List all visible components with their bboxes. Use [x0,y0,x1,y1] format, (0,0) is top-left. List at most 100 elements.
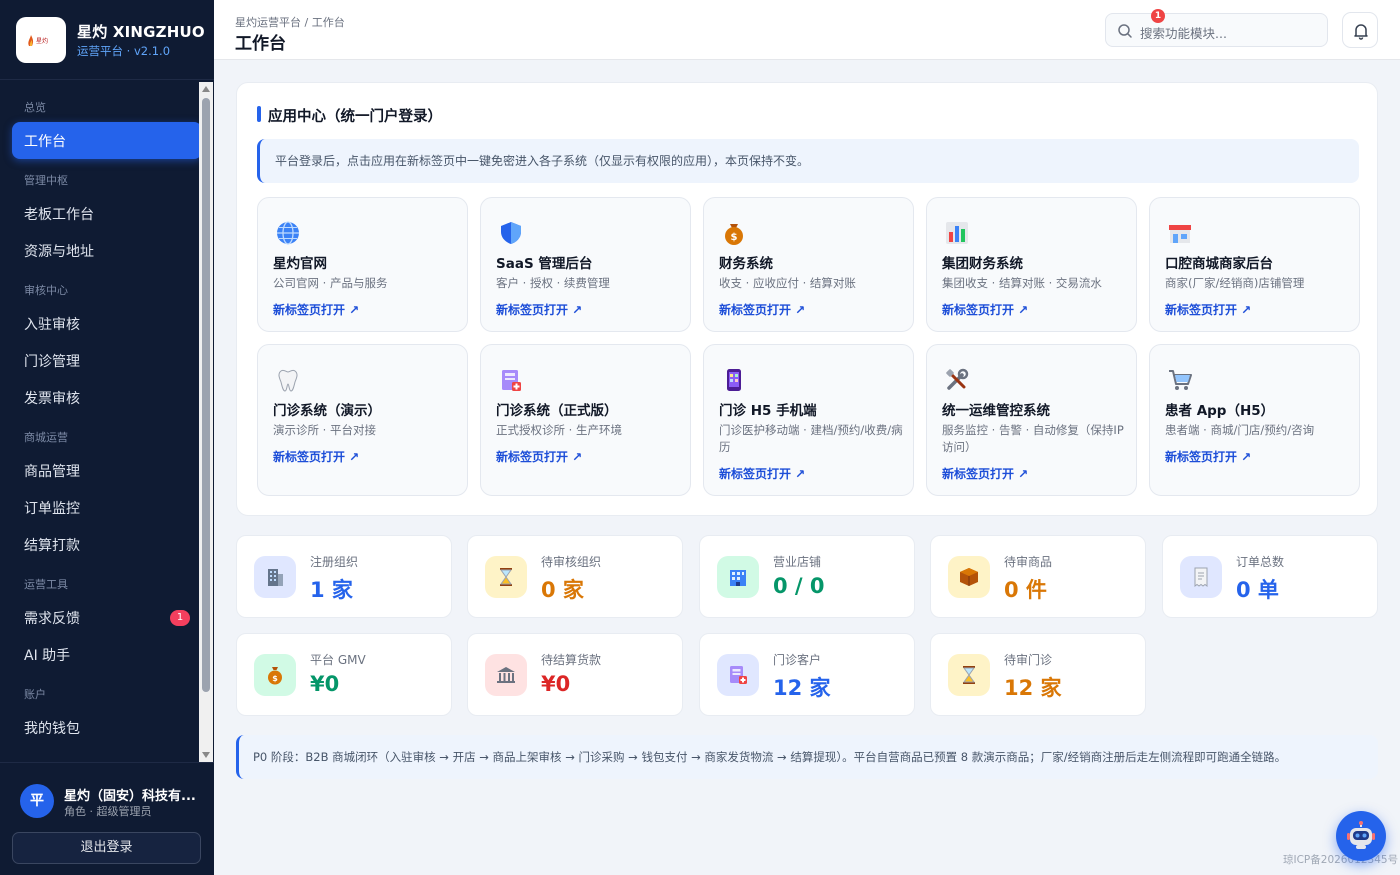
brand-logo-text: 星灼 [36,37,48,45]
search-input[interactable]: 搜索功能模块... [1105,13,1328,47]
search-icon [1118,24,1132,38]
top-header: 星灼运营平台 / 工作台 工作台 搜索功能模块... [214,0,1400,60]
stat-value: 0 家 [541,578,584,602]
stat-value: ¥0 [541,672,571,696]
cart-icon [1169,370,1192,390]
globe-icon [277,221,299,245]
open-new-tab-link[interactable]: 新标签页打开 ↗ [496,448,582,465]
user-role: 角色 · 超级管理员 [64,805,152,818]
package-icon [948,556,990,598]
stat-card-pending-products[interactable]: 待审商品 0 件 [930,535,1146,618]
sidebar-item-clinic-management[interactable]: 门诊管理 [12,342,202,379]
scroll-down-arrow-icon[interactable] [202,752,210,758]
sidebar-item-label: 入驻审核 [24,316,80,333]
sidebar-item-ai-assistant[interactable]: AI 助手 [12,636,202,673]
app-desc: 服务监控 · 告警 · 自动修复（保持IP访问） [942,423,1124,454]
logout-button[interactable]: 退出登录 [12,832,201,864]
open-new-tab-link[interactable]: 新标签页打开 ↗ [1165,448,1251,465]
nav-group-label: 运营工具 [24,578,68,591]
stat-card-active-shops[interactable]: 营业店铺 0 / 0 [699,535,915,618]
sidebar-item-wallet[interactable]: 我的钱包 [12,709,202,746]
sidebar: 星灼 星灼 XINGZHUO 运营平台 · v2.1.0 总览 工作台 管理中枢… [0,0,214,875]
app-desc: 集团收支 · 结算对账 · 交易流水 [942,276,1102,290]
scrollbar-thumb[interactable] [202,98,210,692]
sidebar-item-dashboard[interactable]: 工作台 [12,122,202,159]
clinic-icon [502,370,521,391]
open-new-tab-link[interactable]: 新标签页打开 ↗ [942,301,1028,318]
app-card-ops-control[interactable]: 统一运维管控系统 服务监控 · 告警 · 自动修复（保持IP访问） 新标签页打开… [926,344,1137,496]
icp-record[interactable]: 琼ICP备2026012345号 [1283,852,1398,867]
sidebar-item-order-monitor[interactable]: 订单监控 [12,489,202,526]
app-desc: 患者端 · 商城/门店/预约/咨询 [1165,423,1315,437]
app-name: 门诊系统（正式版） [496,403,618,419]
sidebar-nav: 总览 工作台 管理中枢 老板工作台 资源与地址 审核中心 入驻审核 门诊管理 发… [0,82,214,762]
notification-button[interactable] [1342,12,1378,48]
user-name: 星灼（固安）科技有... [64,789,196,804]
open-new-tab-link[interactable]: 新标签页打开 ↗ [942,465,1028,482]
stat-card-total-orders[interactable]: 订单总数 0 单 [1162,535,1378,618]
sidebar-item-feedback[interactable]: 需求反馈 1 [12,599,202,636]
stat-label: 门诊客户 [773,653,822,667]
scroll-up-arrow-icon[interactable] [202,86,210,92]
receipt-icon [1180,556,1222,598]
stat-card-pending-orgs[interactable]: 待审核组织 0 家 [467,535,683,618]
app-card-group-finance[interactable]: 集团财务系统 集团收支 · 结算对账 · 交易流水 新标签页打开 ↗ [926,197,1137,332]
open-new-tab-link[interactable]: 新标签页打开 ↗ [1165,301,1251,318]
app-name: 财务系统 [719,256,773,272]
app-card-clinic-h5[interactable]: 门诊 H5 手机端 门诊医护移动端 · 建档/预约/收费/病历 新标签页打开 ↗ [703,344,914,496]
bar-chart-icon [946,222,968,244]
stat-label: 订单总数 [1236,555,1285,569]
stat-card-platform-gmv[interactable]: $ 平台 GMV ¥0 [236,633,452,716]
app-card-clinic-demo[interactable]: 门诊系统（演示） 演示诊所 · 平台对接 新标签页打开 ↗ [257,344,468,496]
stat-card-registered-orgs[interactable]: 注册组织 1 家 [236,535,452,618]
open-new-tab-link[interactable]: 新标签页打开 ↗ [496,301,582,318]
sidebar-item-resources[interactable]: 资源与地址 [12,232,202,269]
open-new-tab-link[interactable]: 新标签页打开 ↗ [719,465,805,482]
sidebar-item-onboarding-review[interactable]: 入驻审核 [12,305,202,342]
stat-value: 1 家 [310,578,353,602]
app-name: 门诊系统（演示） [273,403,381,419]
sidebar-item-label: 结算打款 [24,537,80,554]
sidebar-item-products[interactable]: 商品管理 [12,452,202,489]
open-new-tab-link[interactable]: 新标签页打开 ↗ [273,301,359,318]
sidebar-item-boss-dashboard[interactable]: 老板工作台 [12,195,202,232]
app-card-merchant-admin[interactable]: 口腔商城商家后台 商家(厂家/经销商)店铺管理 新标签页打开 ↗ [1149,197,1360,332]
brand-header: 星灼 星灼 XINGZHUO 运营平台 · v2.1.0 [0,0,214,80]
clinic-icon [717,654,759,696]
app-name: 集团财务系统 [942,256,1023,272]
stat-card-pending-settlement[interactable]: 待结算货款 ¥0 [467,633,683,716]
stat-card-clinic-customers[interactable]: 门诊客户 12 家 [699,633,915,716]
app-card-finance[interactable]: $ 财务系统 收支 · 应收应付 · 结算对账 新标签页打开 ↗ [703,197,914,332]
app-card-patient-app[interactable]: 患者 App（H5） 患者端 · 商城/门店/预约/咨询 新标签页打开 ↗ [1149,344,1360,496]
sidebar-item-label: 商品管理 [24,463,80,480]
sidebar-item-label: 资源与地址 [24,243,94,260]
nav-group-label: 总览 [24,101,46,114]
sidebar-item-label: AI 助手 [24,647,71,664]
avatar[interactable]: 平 [20,784,54,818]
app-card-official-site[interactable]: 星灼官网 公司官网 · 产品与服务 新标签页打开 ↗ [257,197,468,332]
brand-version: 运营平台 · v2.1.0 [77,43,171,58]
money-bag-icon: $ [725,224,743,245]
app-card-clinic-official[interactable]: 门诊系统（正式版） 正式授权诊所 · 生产环境 新标签页打开 ↗ [480,344,691,496]
open-new-tab-link[interactable]: 新标签页打开 ↗ [273,448,359,465]
open-new-tab-link[interactable]: 新标签页打开 ↗ [719,301,805,318]
sidebar-scrollbar[interactable] [199,82,213,762]
app-desc: 演示诊所 · 平台对接 [273,423,376,437]
sidebar-item-settlement[interactable]: 结算打款 [12,526,202,563]
sidebar-item-label: 订单监控 [24,500,80,517]
shield-icon [501,222,521,244]
svg-text:$: $ [272,674,278,683]
building-icon [254,556,296,598]
app-card-saas-admin[interactable]: SaaS 管理后台 客户 · 授权 · 续费管理 新标签页打开 ↗ [480,197,691,332]
stat-card-pending-clinics[interactable]: 待审门诊 12 家 [930,633,1146,716]
stat-label: 待结算货款 [541,653,602,667]
sidebar-item-invoice-review[interactable]: 发票审核 [12,379,202,416]
phase-footnote: P0 阶段：B2B 商城闭环（入驻审核 → 开店 → 商品上架审核 → 门诊采购… [236,735,1378,779]
brand-logo[interactable]: 星灼 [16,16,66,63]
tools-icon [946,368,969,390]
ai-assistant-fab[interactable] [1336,811,1386,861]
money-bag-icon: $ [254,654,296,696]
store-icon [1169,225,1191,243]
stat-value: 0 / 0 [773,574,825,598]
stat-label: 待审商品 [1004,555,1053,569]
